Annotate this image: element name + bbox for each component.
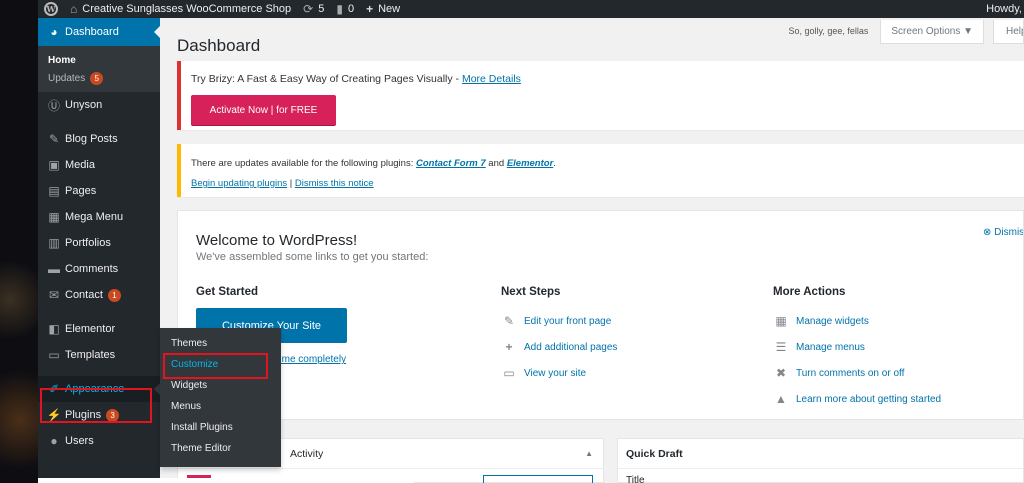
welcome-subtitle: We've assembled some links to get you st… [196,251,429,263]
updates-badge: 5 [90,72,104,85]
edit-front-page-link[interactable]: ✎ Edit your front page [501,308,617,334]
activity-title: Activity [290,448,324,460]
plus-icon: + [505,340,513,354]
dashboard-icon: ◕ [50,25,58,39]
welcome-dismiss-link[interactable]: ⊗ Dismiss [983,227,1023,238]
comments-icon: ▬ [48,262,60,276]
brizy-notice: Try Brizy: A Fast & Easy Way of Creating… [177,61,1024,130]
mega-menu-icon: ▦ [48,210,60,224]
quick-draft-postbox: Quick Draft Title [617,438,1024,483]
menu-users[interactable]: ● Users [38,428,160,454]
site-name-link[interactable]: ⌂ Creative Sunglasses WooCommerce Shop [64,0,297,18]
wordpress-logo-icon: W [44,2,58,16]
media-icon: ▣ [48,158,60,172]
new-content-link[interactable]: + New [360,0,406,18]
menu-mega-menu[interactable]: ▦ Mega Menu [38,204,160,230]
contact-badge: 1 [107,288,121,302]
flyout-widgets[interactable]: Widgets [160,376,281,397]
more-actions-heading: More Actions [773,286,846,298]
more-actions-column: More Actions ▦ Manage widgets ☰ Manage men… [773,286,941,412]
quick-draft-title-label: Title [626,475,645,483]
users-icon: ● [50,434,58,448]
menu-templates[interactable]: ▭ Templates [38,342,160,368]
brizy-notice-text: Try Brizy: A Fast & Easy Way of Creating… [191,73,521,85]
add-pages-link[interactable]: + Add additional pages [501,334,617,360]
elementor-link[interactable]: Elementor [507,158,553,169]
customize-highlight-box [163,353,268,379]
menu-dashboard[interactable]: ◕ Dashboard [38,18,160,46]
templates-icon: ▭ [48,348,60,362]
help-button[interactable]: Help [993,20,1024,44]
desktop-background [0,0,38,483]
dashboard-submenu: Home Updates 5 [38,46,160,92]
dismiss-notice-link[interactable]: Dismiss this notice [295,178,374,189]
menu-contact[interactable]: ✉ Contact 1 [38,282,160,308]
home-icon: ⌂ [70,2,78,16]
flyout-theme-editor[interactable]: Theme Editor [160,439,281,460]
hello-dolly-motto: So, golly, gee, fellas [788,26,869,36]
flyout-install-plugins[interactable]: Install Plugins [160,418,281,439]
menu-blog-posts[interactable]: ✎ Blog Posts [38,126,160,152]
comments-off-icon: ✖ [775,366,787,380]
elementor-icon: ◧ [48,322,60,336]
widgets-icon: ▦ [775,314,787,328]
welcome-title: Welcome to WordPress! [196,232,358,249]
toggle-comments-link[interactable]: ✖ Turn comments on or off [773,360,941,386]
manage-widgets-link[interactable]: ▦ Manage widgets [773,308,941,334]
unyson-icon: Ⓤ [47,98,60,113]
my-account-link[interactable]: Howdy, [980,0,1024,18]
graduation-cap-icon: ▲ [775,392,787,406]
more-details-link[interactable]: More Details [462,73,521,85]
get-started-heading: Get Started [196,286,258,298]
comment-icon: ▮ [336,2,343,16]
pushpin-icon: ✎ [48,132,60,146]
wp-logo-menu[interactable]: W [38,0,64,18]
contact-form-7-link[interactable]: Contact Form 7 [416,158,486,169]
activate-brizy-button[interactable]: Activate Now | for FREE [191,95,336,125]
updates-link[interactable]: ⟳ 5 [297,0,330,18]
comments-link[interactable]: ▮ 0 [330,0,360,18]
menu-media[interactable]: ▣ Media [38,152,160,178]
refresh-icon: ⟳ [303,2,314,16]
submenu-home[interactable]: Home [38,52,160,69]
pages-icon: ▤ [48,184,60,198]
flyout-menus[interactable]: Menus [160,397,281,418]
menu-list-icon: ☰ [775,340,787,354]
plugin-updates-actions: Begin updating plugins | Dismiss this no… [191,178,374,189]
quick-draft-title[interactable]: Quick Draft [618,439,1023,469]
screen-options-button[interactable]: Screen Options ▼ [880,20,984,44]
main-content: So, golly, gee, fellas Screen Options ▼ … [160,18,1024,483]
next-steps-column: Next Steps ✎ Edit your front page + Add ad… [501,286,617,386]
plugin-updates-notice: There are updates available for the foll… [177,144,1024,197]
menu-unyson[interactable]: Ⓤ Unyson [38,92,160,118]
begin-updating-link[interactable]: Begin updating plugins [191,178,287,189]
activity-row-button[interactable] [483,475,593,483]
manage-menus-link[interactable]: ☰ Manage menus [773,334,941,360]
welcome-panel: Welcome to WordPress! We've assembled so… [177,210,1024,420]
page-title: Dashboard [177,36,261,55]
menu-portfolios[interactable]: ▥ Portfolios [38,230,160,256]
learn-more-link[interactable]: ▲ Learn more about getting started [773,386,941,412]
edit-icon: ✎ [503,314,515,328]
collapse-arrow-icon[interactable]: ▲ [585,449,593,458]
plugin-updates-text: There are updates available for the foll… [191,158,556,169]
close-circle-icon: ⊗ [983,227,995,238]
flyout-themes[interactable]: Themes [160,334,281,355]
admin-bar: W ⌂ Creative Sunglasses WooCommerce Shop … [38,0,1024,18]
portfolio-icon: ▥ [48,236,60,250]
view-site-link[interactable]: ▭ View your site [501,360,617,386]
plus-icon: + [366,2,374,16]
menu-comments[interactable]: ▬ Comments [38,256,160,282]
menu-pages[interactable]: ▤ Pages [38,178,160,204]
monitor-icon: ▭ [503,366,515,380]
menu-elementor[interactable]: ◧ Elementor [38,316,160,342]
envelope-icon: ✉ [48,288,60,302]
screen-meta-links: So, golly, gee, fellas Screen Options ▼ … [789,20,1024,44]
appearance-flyout-menu: Themes Customize Widgets Menus Install P… [160,328,281,467]
submenu-updates[interactable]: Updates 5 [38,69,160,88]
next-steps-heading: Next Steps [501,286,561,298]
bottom-scroll-strip [38,478,414,483]
appearance-highlight-box [40,388,152,423]
